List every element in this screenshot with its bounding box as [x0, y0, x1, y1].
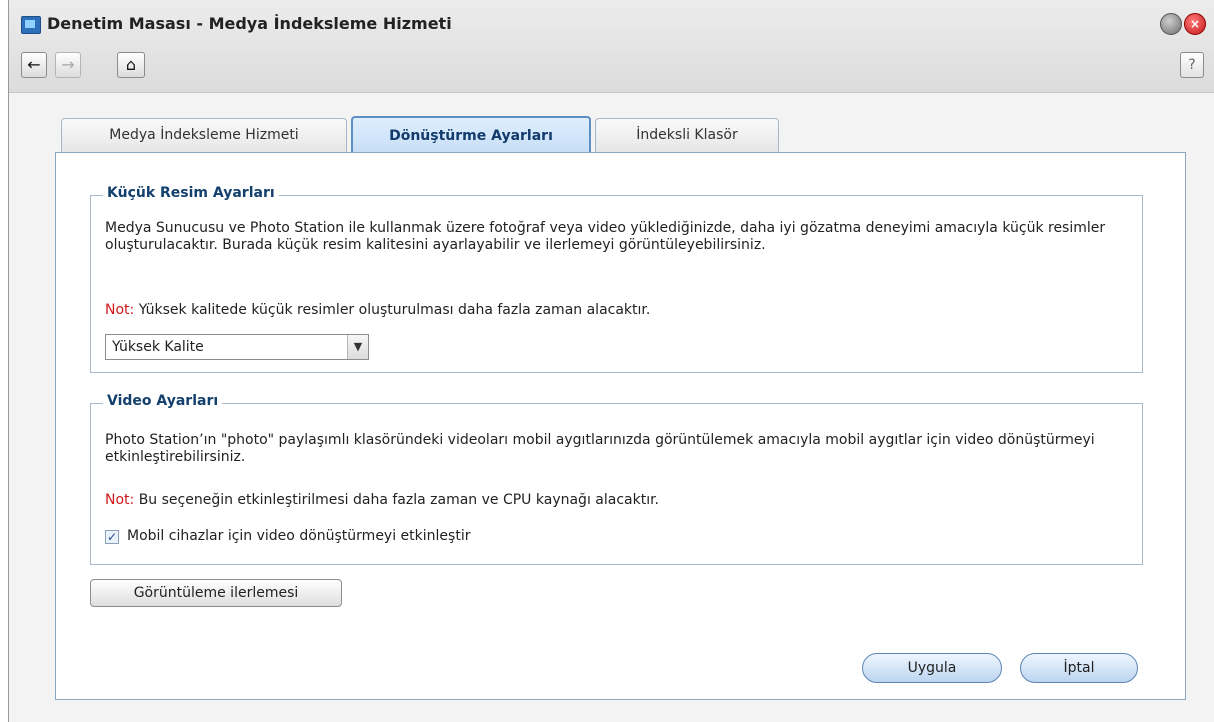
home-icon: ⌂	[125, 55, 137, 74]
window-title: Denetim Masası - Medya İndeksleme Hizmet…	[47, 14, 452, 33]
video-settings-group: Video Ayarları Photo Station’ın "photo" …	[90, 393, 1143, 565]
view-progress-button[interactable]: Görüntüleme ilerlemesi	[90, 579, 342, 607]
close-icon[interactable]: ×	[1184, 13, 1206, 35]
minimize-icon[interactable]	[1160, 13, 1182, 35]
thumbnail-note: Not: Yüksek kalitede küçük resimler oluş…	[105, 302, 650, 318]
title-bar: Denetim Masası - Medya İndeksleme Hizmet…	[9, 0, 1214, 93]
thumbnail-quality-select[interactable]: Yüksek Kalite ▼	[105, 334, 369, 360]
home-button[interactable]: ⌂	[117, 52, 145, 78]
forward-arrow-icon: →	[61, 55, 75, 74]
video-conversion-label[interactable]: Mobil cihazlar için video dönüştürmeyi e…	[127, 528, 470, 544]
forward-button[interactable]: →	[55, 52, 81, 78]
thumbnail-settings-group: Küçük Resim Ayarları Medya Sunucusu ve P…	[90, 185, 1143, 373]
thumbnail-note-text: Yüksek kalitede küçük resimler oluşturul…	[134, 302, 651, 318]
video-settings-legend: Video Ayarları	[103, 393, 223, 409]
thumbnail-settings-legend: Küçük Resim Ayarları	[103, 185, 279, 201]
thumbnail-quality-value: Yüksek Kalite	[112, 339, 204, 355]
back-button[interactable]: ←	[21, 52, 47, 78]
help-button[interactable]: ?	[1180, 52, 1204, 78]
apply-button[interactable]: Uygula	[862, 653, 1002, 683]
cancel-button[interactable]: İptal	[1020, 653, 1138, 683]
video-conversion-checkbox[interactable]: ✓	[105, 530, 119, 544]
thumbnail-description: Medya Sunucusu ve Photo Station ile kull…	[105, 220, 1106, 253]
video-description: Photo Station’ın "photo" paylaşımlı klas…	[105, 432, 1095, 465]
conversion-settings-panel: Küçük Resim Ayarları Medya Sunucusu ve P…	[55, 152, 1186, 700]
control-panel-icon	[21, 16, 41, 34]
control-panel-window: Denetim Masası - Medya İndeksleme Hizmet…	[8, 0, 1214, 722]
chevron-down-icon[interactable]: ▼	[347, 335, 368, 359]
thumbnail-note-label: Not:	[105, 302, 135, 318]
tab-conversion-settings[interactable]: Dönüştürme Ayarları	[351, 116, 591, 153]
video-note: Not: Bu seçeneğin etkinleştirilmesi daha…	[105, 492, 659, 508]
video-note-label: Not:	[105, 492, 135, 508]
back-arrow-icon: ←	[27, 55, 41, 74]
tab-media-indexing-service[interactable]: Medya İndeksleme Hizmeti	[61, 118, 347, 152]
tab-indexed-folder[interactable]: İndeksli Klasör	[595, 118, 779, 152]
video-note-text: Bu seçeneğin etkinleştirilmesi daha fazl…	[134, 492, 660, 508]
